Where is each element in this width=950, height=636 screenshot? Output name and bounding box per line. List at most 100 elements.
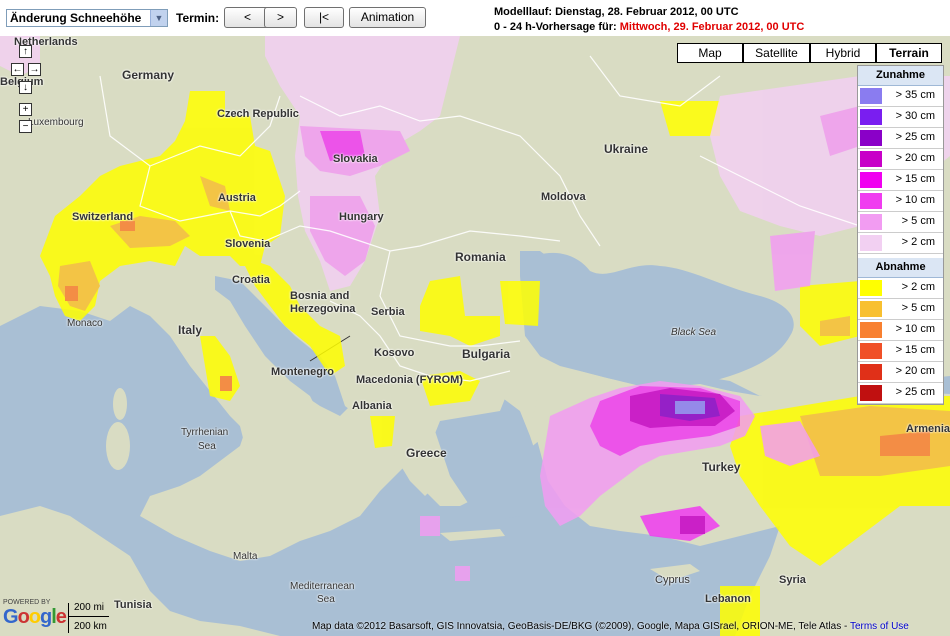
chevron-down-icon[interactable]: ▼ (150, 10, 167, 26)
label-slovenia: Slovenia (225, 238, 271, 250)
label-albania: Albania (352, 400, 392, 412)
label-mediterranean-1: Mediterranean (290, 581, 355, 592)
legend-increase-row: > 35 cm (858, 86, 943, 107)
parameter-dropdown-value: Änderung Schneehöhe (10, 11, 142, 25)
legend-increase-list: > 35 cm > 30 cm > 25 cm > 20 cm > 15 cm > 10 … (858, 86, 943, 254)
legend-increase-row: > 30 cm (858, 107, 943, 128)
label-austria: Austria (218, 192, 256, 204)
next-button[interactable]: > (264, 7, 297, 28)
map-canvas[interactable]: Netherlands Germany Belgium Luxembourg C… (0, 36, 950, 636)
island-corsica (113, 388, 127, 420)
legend-increase-title: Zunahme (858, 66, 943, 86)
legend-decrease-row: > 20 cm (858, 362, 943, 383)
label-mediterranean-2: Sea (317, 594, 335, 605)
animation-button[interactable]: Animation (349, 7, 426, 28)
terms-of-use-link[interactable]: Terms of Use (850, 621, 909, 632)
copyright-label: Map data ©2012 Basarsoft, GIS Innovatsia… (312, 621, 850, 632)
legend-decrease-row: > 25 cm (858, 383, 943, 404)
legend-decrease-swatch (860, 343, 882, 359)
forecast-line: 0 - 24 h-Vorhersage für: Mittwoch, 29. F… (494, 20, 804, 35)
label-montenegro: Montenegro (271, 366, 334, 378)
label-kosovo: Kosovo (374, 347, 415, 359)
legend-increase-swatch (860, 193, 882, 209)
label-serbia: Serbia (371, 306, 405, 318)
zoom-out-button[interactable]: − (19, 120, 32, 133)
legend-increase-label: > 30 cm (895, 110, 935, 122)
first-button[interactable]: |< (304, 7, 344, 28)
legend-increase-swatch (860, 214, 882, 230)
label-cyprus: Cyprus (655, 574, 690, 586)
label-tunisia: Tunisia (114, 599, 152, 611)
label-malta: Malta (233, 551, 258, 562)
zoom-in-button[interactable]: + (19, 103, 32, 116)
legend-decrease-list: > 2 cm > 5 cm > 10 cm > 15 cm > 20 cm > 25 cm (858, 278, 943, 404)
label-macedonia: Macedonia (FYROM) (356, 374, 463, 386)
legend-increase-row: > 2 cm (858, 233, 943, 254)
legend-increase-swatch (860, 172, 882, 188)
legend-decrease-swatch (860, 322, 882, 338)
model-run-line: Modelllauf: Dienstag, 28. Februar 2012, … (494, 6, 739, 18)
label-syria: Syria (779, 574, 806, 586)
maptype-satellite-button[interactable]: Satellite (743, 43, 810, 63)
label-black-sea: Black Sea (671, 327, 717, 338)
label-bosnia-2: Herzegovina (290, 303, 356, 315)
label-bulgaria: Bulgaria (462, 347, 511, 361)
copyright-text: Map data ©2012 Basarsoft, GIS Innovatsia… (312, 621, 909, 632)
legend-increase-row: > 15 cm (858, 170, 943, 191)
maptype-terrain-button[interactable]: Terrain (876, 43, 942, 63)
legend-decrease-label: > 10 cm (895, 323, 935, 335)
legend-increase-row: > 25 cm (858, 128, 943, 149)
label-greece: Greece (406, 446, 447, 460)
parameter-dropdown[interactable]: Änderung Schneehöhe ▼ (6, 9, 168, 27)
label-switzerland: Switzerland (72, 211, 134, 223)
legend-increase-label: > 25 cm (895, 131, 935, 143)
legend-decrease-label: > 2 cm (901, 281, 935, 293)
legend-decrease-row: > 5 cm (858, 299, 943, 320)
maptype-map-button[interactable]: Map (677, 43, 743, 63)
legend-increase-swatch (860, 235, 882, 251)
scale-km: 200 km (74, 621, 107, 632)
legend-decrease-row: > 15 cm (858, 341, 943, 362)
run-info: Modelllauf: Dienstag, 28. Februar 2012, … (494, 5, 804, 35)
legend-decrease-row: > 2 cm (858, 278, 943, 299)
pan-up-button[interactable]: ↑ (19, 45, 32, 58)
legend-increase-swatch (860, 151, 882, 167)
legend-decrease-row: > 10 cm (858, 320, 943, 341)
label-tyrrhenian-1: Tyrrhenian (181, 427, 229, 438)
legend-increase-label: > 35 cm (895, 89, 935, 101)
legend-decrease-label: > 5 cm (901, 302, 935, 314)
pan-right-button[interactable]: → (28, 63, 41, 76)
pan-down-button[interactable]: ↓ (19, 81, 32, 94)
legend-increase-label: > 5 cm (901, 215, 935, 227)
legend-increase-swatch (860, 130, 882, 146)
legend-increase-label: > 2 cm (901, 236, 935, 248)
legend: Zunahme > 35 cm > 30 cm > 25 cm > 20 cm > 15… (857, 65, 944, 405)
google-logo[interactable]: Google (3, 606, 67, 629)
legend-increase-label: > 20 cm (895, 152, 935, 164)
legend-increase-swatch (860, 88, 882, 104)
map-terrain (0, 36, 950, 636)
legend-decrease-swatch (860, 280, 882, 296)
label-romania: Romania (455, 250, 506, 264)
label-italy: Italy (178, 323, 203, 337)
legend-increase-row: > 10 cm (858, 191, 943, 212)
maptype-hybrid-button[interactable]: Hybrid (810, 43, 876, 63)
island-sardinia (106, 422, 130, 470)
toolbar: Änderung Schneehöhe ▼ Termin: < > |< Ani… (0, 0, 950, 36)
legend-decrease-label: > 25 cm (895, 386, 935, 398)
label-bosnia-1: Bosnia and (290, 290, 350, 302)
label-germany: Germany (122, 68, 175, 82)
legend-decrease-swatch (860, 385, 882, 401)
label-luxembourg: Luxembourg (28, 117, 84, 128)
termin-label: Termin: (176, 11, 220, 25)
forecast-date: Mittwoch, 29. Februar 2012, 00 UTC (619, 21, 805, 33)
pan-left-button[interactable]: ← (11, 63, 24, 76)
legend-decrease-swatch (860, 364, 882, 380)
label-armenia: Armenia (906, 423, 950, 435)
legend-decrease-label: > 20 cm (895, 365, 935, 377)
scale-mi: 200 mi (74, 602, 105, 613)
label-ukraine: Ukraine (604, 142, 649, 156)
label-slovakia: Slovakia (333, 153, 378, 165)
label-croatia: Croatia (232, 274, 270, 286)
legend-decrease-swatch (860, 301, 882, 317)
